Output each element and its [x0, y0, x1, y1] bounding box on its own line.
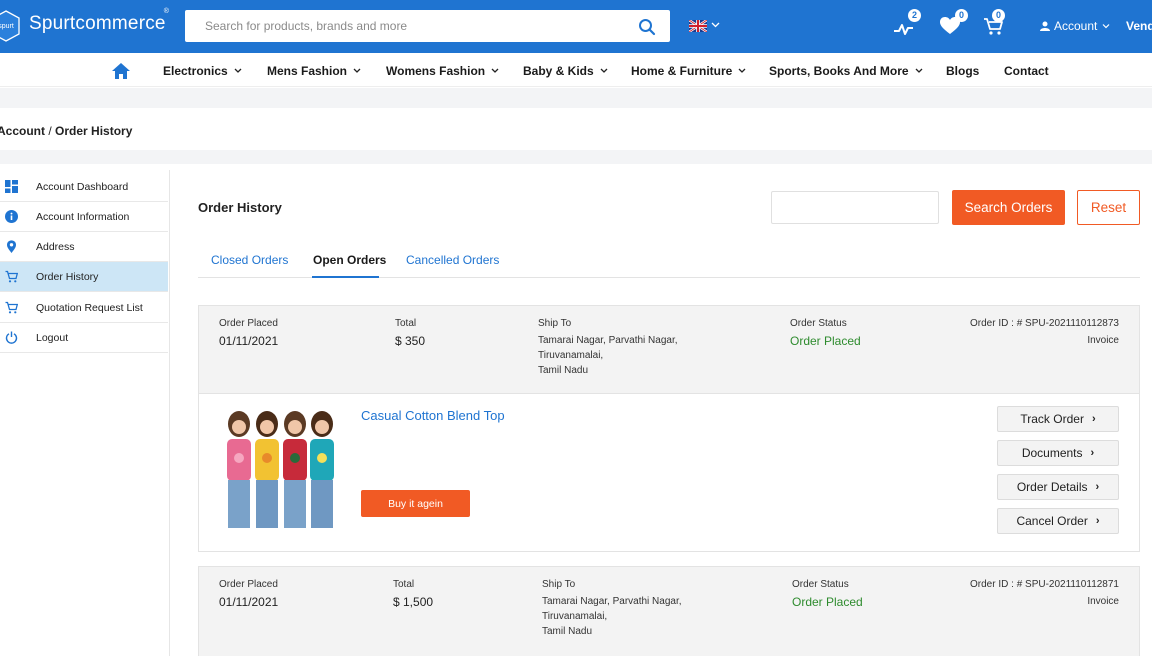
chevron-down-icon	[1102, 24, 1110, 29]
sidebar-item-quotation-request-list[interactable]: Quotation Request List	[0, 293, 168, 323]
cart-icon	[5, 301, 18, 314]
user-icon	[1040, 21, 1050, 31]
account-label: Account	[1054, 19, 1098, 33]
chevron-right-icon: ›	[1090, 447, 1095, 459]
nav-item-mens-fashion[interactable]: Mens Fashion	[267, 64, 361, 78]
order-summary: Order Placed 01/11/2021 Total $ 350 Ship…	[199, 306, 1139, 394]
chevron-right-icon: ›	[1095, 515, 1100, 527]
sidebar-item-order-history[interactable]: Order History	[0, 262, 168, 292]
nav-item-sports-books[interactable]: Sports, Books And More	[769, 64, 923, 78]
vendor-link[interactable]: Vend	[1126, 19, 1152, 33]
cart-icon	[5, 270, 18, 283]
tab-closed-orders[interactable]: Closed Orders	[211, 253, 288, 267]
chevron-right-icon: ›	[1095, 481, 1100, 493]
documents-button[interactable]: Documents ›	[997, 440, 1119, 466]
order-item: Casual Cotton Blend Top Buy it agein Tra…	[199, 394, 1139, 551]
order-card: Order Placed 01/11/2021 Total $ 1,500 Sh…	[198, 566, 1140, 656]
top-bar: spurt Spurtcommerce® 2 0 0 Account	[0, 0, 1152, 53]
gray-divider	[0, 150, 1152, 164]
account-sidebar: Account Dashboard Account Information Ad…	[0, 170, 170, 656]
nav-item-blogs[interactable]: Blogs	[946, 64, 979, 78]
order-total: $ 1,500	[393, 595, 434, 609]
brand-logo-icon[interactable]: spurt	[0, 10, 20, 42]
buy-again-button[interactable]: Buy it agein	[361, 490, 470, 517]
reset-button[interactable]: Reset	[1077, 190, 1140, 225]
nav-item-womens-fashion[interactable]: Womens Fashion	[386, 64, 499, 78]
order-details-button[interactable]: Order Details ›	[997, 474, 1119, 500]
breadcrumb-account-link[interactable]: Account	[0, 124, 45, 138]
tab-cancelled-orders[interactable]: Cancelled Orders	[406, 253, 499, 267]
chevron-down-icon	[600, 68, 608, 73]
sidebar-item-account-information[interactable]: Account Information	[0, 202, 168, 232]
compare-count-badge: 2	[908, 9, 921, 22]
uk-flag-icon[interactable]	[689, 20, 707, 32]
search-icon[interactable]	[638, 18, 656, 36]
nav-item-home-furniture[interactable]: Home & Furniture	[631, 64, 746, 78]
cart-count-badge: 0	[992, 9, 1005, 22]
order-total: $ 350	[395, 334, 426, 348]
chevron-down-icon	[915, 68, 923, 73]
order-card: Order Placed 01/11/2021 Total $ 350 Ship…	[198, 305, 1140, 552]
order-tabs: Closed Orders Open Orders Cancelled Orde…	[198, 244, 1140, 278]
product-name-link[interactable]: Casual Cotton Blend Top	[361, 408, 505, 423]
cancel-order-button[interactable]: Cancel Order ›	[997, 508, 1119, 534]
sidebar-item-account-dashboard[interactable]: Account Dashboard	[0, 172, 168, 202]
order-summary: Order Placed 01/11/2021 Total $ 1,500 Sh…	[199, 567, 1139, 656]
chevron-down-icon	[353, 68, 361, 73]
order-id: Order ID : # SPU-2021110112871	[970, 579, 1119, 590]
brand-name[interactable]: Spurtcommerce®	[29, 8, 171, 35]
order-date: 01/11/2021	[219, 595, 279, 609]
nav-item-contact[interactable]: Contact	[1004, 64, 1049, 78]
location-pin-icon	[7, 240, 16, 253]
chevron-right-icon: ›	[1091, 413, 1096, 425]
order-status: Order Placed	[790, 334, 861, 348]
track-order-button[interactable]: Track Order ›	[997, 406, 1119, 432]
dashboard-icon	[5, 180, 18, 193]
sidebar-item-logout[interactable]: Logout	[0, 323, 168, 353]
ship-to-address: Tamarai Nagar, Parvathi Nagar, Tiruvanam…	[542, 596, 682, 637]
invoice-link[interactable]: Invoice	[1087, 596, 1119, 607]
home-icon[interactable]	[112, 63, 130, 79]
nav-item-baby-kids[interactable]: Baby & Kids	[523, 64, 608, 78]
wishlist-count-badge: 0	[955, 9, 968, 22]
chevron-down-icon	[234, 68, 242, 73]
chevron-down-icon	[491, 68, 499, 73]
order-date: 01/11/2021	[219, 334, 279, 348]
order-status: Order Placed	[792, 595, 863, 609]
search-bar	[185, 10, 670, 42]
info-icon	[5, 210, 18, 223]
tab-open-orders[interactable]: Open Orders	[313, 253, 386, 267]
product-image[interactable]	[219, 406, 341, 530]
breadcrumb: Account / Order History	[0, 124, 132, 138]
power-icon	[5, 331, 18, 344]
invoice-link[interactable]: Invoice	[1087, 335, 1119, 346]
page-title: Order History	[198, 200, 282, 215]
account-menu[interactable]: Account	[1040, 19, 1111, 33]
gray-divider	[0, 88, 1152, 108]
main-nav: Electronics Mens Fashion Womens Fashion …	[0, 53, 1152, 87]
breadcrumb-current: Order History	[55, 124, 133, 138]
ship-to-address: Tamarai Nagar, Parvathi Nagar, Tiruvanam…	[538, 335, 678, 376]
order-search-input[interactable]	[771, 191, 939, 224]
chevron-down-icon	[738, 68, 746, 73]
active-tab-indicator	[312, 276, 379, 278]
sidebar-item-address[interactable]: Address	[0, 232, 168, 262]
search-input[interactable]	[185, 10, 625, 42]
nav-item-electronics[interactable]: Electronics	[163, 64, 242, 78]
order-id: Order ID : # SPU-2021110112873	[970, 318, 1119, 329]
search-orders-button[interactable]: Search Orders	[952, 190, 1065, 225]
chevron-down-icon[interactable]	[711, 20, 720, 29]
svg-text:spurt: spurt	[0, 23, 14, 30]
